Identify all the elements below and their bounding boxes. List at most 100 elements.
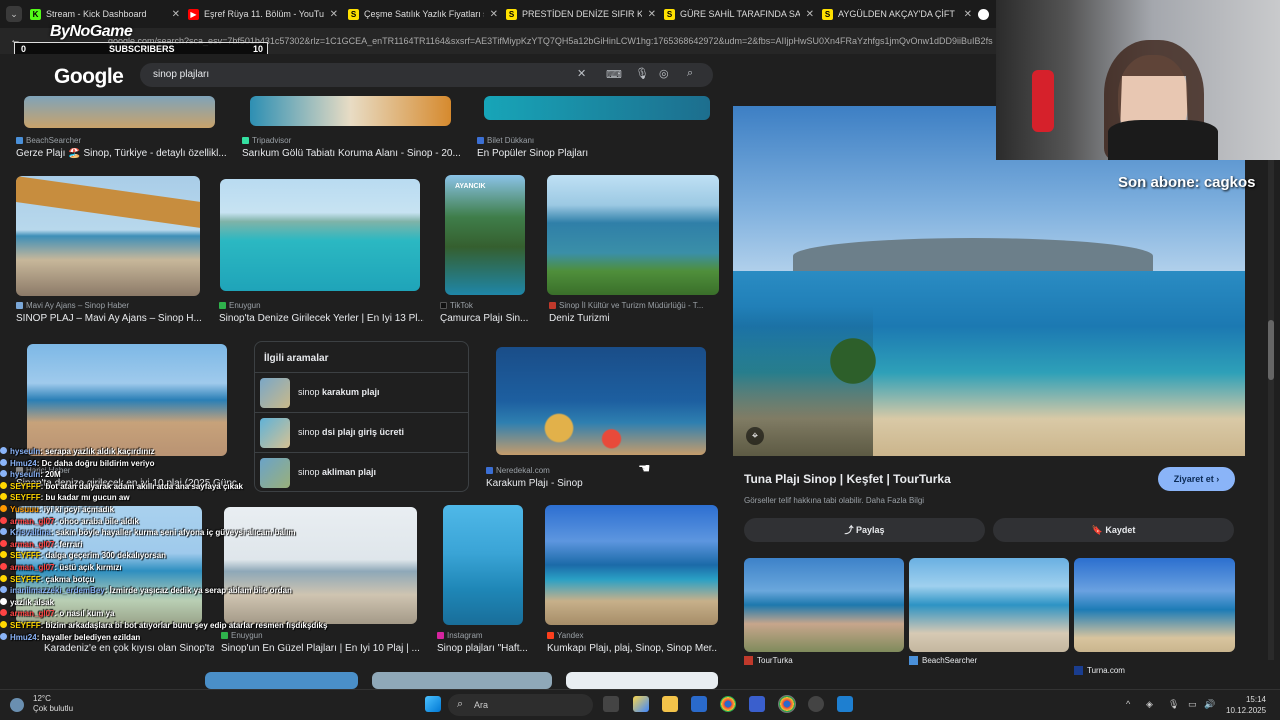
sahibinden-icon: S (506, 8, 517, 20)
result-thumb[interactable] (372, 672, 552, 689)
chat-text: : ohoo araba bile aldık (54, 516, 139, 526)
close-icon[interactable]: ✕ (964, 9, 972, 20)
volume-icon[interactable]: 🔊 (1204, 699, 1215, 710)
network-icon[interactable]: ▭ (1188, 699, 1197, 710)
chat-username: SEYFFF (10, 481, 41, 491)
lens-icon[interactable]: ◎ (659, 67, 669, 80)
chrome-icon[interactable] (720, 696, 736, 712)
result-thumb[interactable] (545, 505, 718, 625)
result-thumb[interactable] (250, 96, 451, 126)
result-title[interactable]: Sinop'ta Denize Girilecek Yerler | En İy… (219, 313, 424, 324)
sahibinden-icon: S (348, 8, 359, 20)
close-icon[interactable]: ✕ (648, 9, 656, 20)
result-thumb[interactable] (547, 175, 719, 295)
tab-sahibinden-4[interactable]: S AYGÜLDEN AKÇAY'DA ÇİFT MU ✕ (822, 3, 972, 25)
chat-message: yazlık alsak (0, 597, 340, 609)
page-scrollbar[interactable] (1268, 160, 1274, 660)
tab-kick-dashboard[interactable]: K Stream - Kick Dashboard ✕ (30, 3, 180, 25)
app-icon[interactable] (837, 696, 853, 712)
result-thumb[interactable]: AYANCIK (445, 175, 525, 295)
result-thumb[interactable] (16, 176, 200, 296)
chat-badge-icon (0, 528, 7, 536)
lens-search-icon[interactable]: ⌖ (746, 427, 764, 445)
result-title[interactable]: SİNOP PLAJ – Mavi Ay Ajans – Sinop H... (16, 313, 206, 324)
tab-sahibinden-1[interactable]: S Çeşme Satılık Yazlık Fiyatları sahi ✕ (348, 3, 498, 25)
chat-message: hyseuln: serapa yazlık aldık kaçırdınız (0, 446, 340, 458)
mic-icon[interactable]: 🎙 (1168, 699, 1179, 710)
clear-icon[interactable]: ✕ (577, 67, 586, 80)
similar-thumb[interactable] (744, 558, 904, 652)
tab-youtube[interactable]: ▶ Eşref Rüya 11. Bölüm - YouTube ✕ (188, 3, 338, 25)
windows-start-icon[interactable] (425, 696, 441, 712)
result-title[interactable]: Karakum Plajı - Sinop (486, 478, 711, 489)
result-thumb[interactable] (484, 96, 710, 120)
channel-logo: ByNoGame (50, 23, 133, 40)
close-icon[interactable]: ✕ (172, 9, 180, 20)
app-icon[interactable] (749, 696, 765, 712)
copilot-icon[interactable] (633, 696, 649, 712)
tab-title: PRESTİDEN DENİZE SIFIR KENDİ (522, 9, 642, 19)
search-query: sinop plajları (153, 69, 210, 80)
google-header: Google sinop plajları ✕ ⌨ 🎙 ◎ ⌕ (0, 54, 995, 96)
result-title[interactable]: En Popüler Sinop Plajları (477, 148, 697, 159)
similar-thumb[interactable] (1074, 558, 1235, 652)
weather-widget[interactable]: 12°C Çok bulutlu (33, 694, 73, 714)
result-thumb[interactable] (27, 344, 227, 456)
chrome-icon[interactable] (778, 695, 796, 713)
result-title[interactable]: Çamurca Plajı Sin... (440, 313, 535, 324)
result-thumb[interactable] (24, 96, 215, 128)
result-thumb[interactable] (220, 179, 420, 291)
result-source: TikTok (440, 301, 540, 310)
bookmark-icon: 🔖 (1091, 525, 1106, 535)
chat-message: Hmu24: hayaller belediyen ezildan (0, 632, 340, 644)
chat-badge-icon (0, 458, 7, 466)
chat-badge-icon (0, 504, 7, 512)
tab-google[interactable] (978, 3, 994, 25)
result-title[interactable]: Sarıkum Gölü Tabiatı Koruma Alanı - Sino… (242, 148, 462, 159)
chat-message: Hmu24: Dc daha doğru bildirim veriyo (0, 458, 340, 470)
keyboard-icon[interactable]: ⌨ (606, 68, 622, 81)
mic-icon[interactable]: 🎙 (635, 67, 649, 80)
result-thumb[interactable] (566, 672, 718, 689)
result-title[interactable]: Sinop plajları "Haft... (437, 643, 532, 654)
search-input[interactable]: sinop plajları ✕ ⌨ 🎙 ◎ ⌕ (140, 63, 713, 87)
app-icon[interactable] (691, 696, 707, 712)
chat-username: inanilmazzeki_erdemBey (10, 586, 105, 596)
related-thumb (260, 378, 290, 408)
related-item[interactable]: sinop karakum plajı (255, 372, 468, 412)
result-title[interactable]: Gerze Plajı 🏖️ Sinop, Türkiye - detaylı … (16, 148, 226, 159)
chat-text: : çakma botçu (40, 574, 95, 584)
tab-sahibinden-2[interactable]: S PRESTİDEN DENİZE SIFIR KENDİ ✕ (506, 3, 656, 25)
chat-text: : iyi ki pcyi açmadık (38, 504, 115, 514)
visit-button[interactable]: Ziyaret et › (1158, 467, 1235, 491)
result-thumb[interactable] (443, 505, 523, 625)
close-icon[interactable]: ✕ (330, 9, 338, 20)
chevron-up-icon[interactable]: ^ (1126, 699, 1130, 709)
similar-thumb[interactable] (909, 558, 1069, 652)
result-thumb[interactable] (496, 347, 706, 455)
share-icon: ⤴ (844, 525, 856, 535)
tab-search-button[interactable]: ⌄ (6, 6, 22, 22)
taskbar-search[interactable]: ⌕ Ara (448, 694, 593, 716)
tab-sahibinden-3[interactable]: S GÜRE SAHİL TARAFINDA SATILIK ✕ (664, 3, 814, 25)
chat-username: Krisvaltina (10, 528, 51, 538)
app-tray-icon[interactable]: ◈ (1146, 699, 1153, 710)
google-logo[interactable]: Google (54, 65, 124, 89)
save-button[interactable]: 🔖 Kaydet (993, 518, 1234, 542)
result-title[interactable]: Deniz Turizmi (549, 313, 717, 324)
result-title[interactable]: Kumkapı Plajı, plaj, Sinop, Sinop Mer... (547, 643, 717, 654)
google-icon (978, 8, 989, 20)
preview-title[interactable]: Tuna Plajı Sinop | Keşfet | TourTurka (744, 472, 951, 486)
chat-badge-icon (0, 597, 7, 605)
sub-label: SUBSCRIBERS (109, 44, 175, 54)
close-icon[interactable]: ✕ (806, 9, 814, 20)
close-icon[interactable]: ✕ (490, 9, 498, 20)
scrollbar-thumb[interactable] (1268, 320, 1274, 380)
chat-username: yazlık alsak (10, 597, 55, 607)
task-view-icon[interactable] (603, 696, 619, 712)
search-icon[interactable]: ⌕ (687, 67, 693, 80)
system-clock[interactable]: 15:14 10.12.2025 (1226, 694, 1266, 716)
file-explorer-icon[interactable] (662, 696, 678, 712)
obs-icon[interactable] (808, 696, 824, 712)
share-button[interactable]: ⤴ Paylaş (744, 518, 985, 542)
